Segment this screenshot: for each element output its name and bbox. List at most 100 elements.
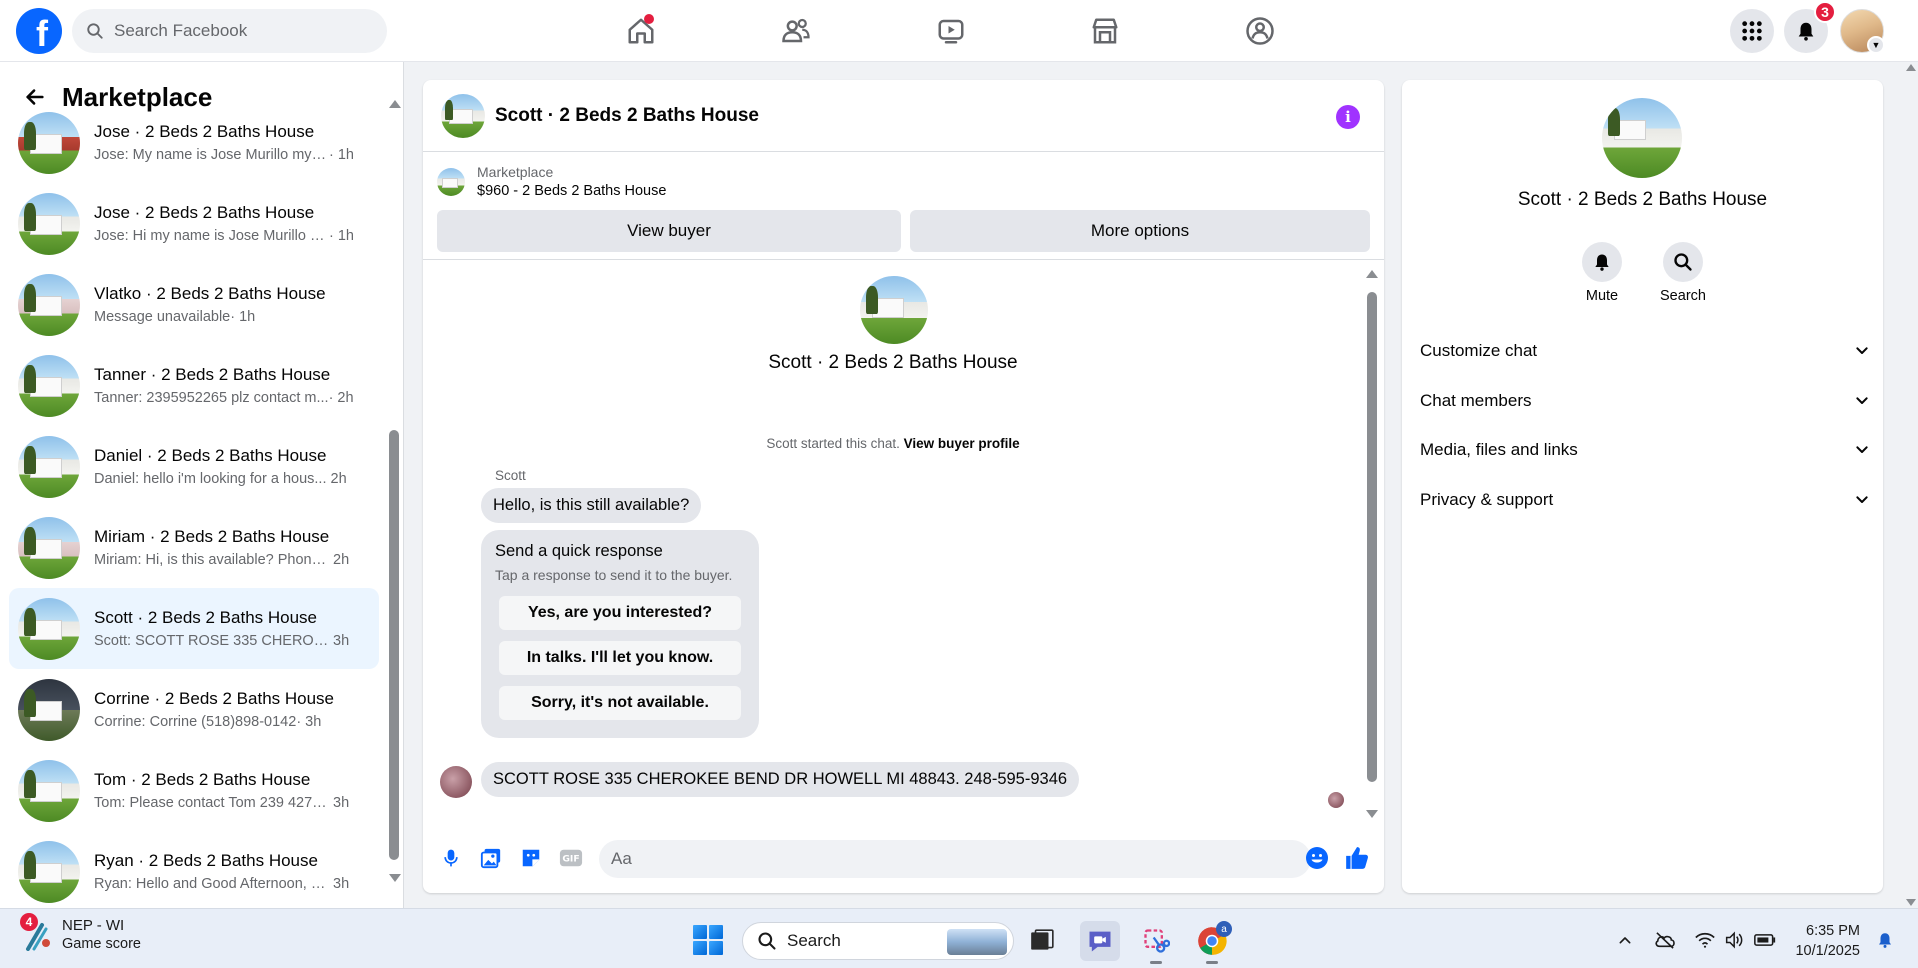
menu-button[interactable]	[1730, 9, 1774, 53]
conversation-title: Jose · 2 Beds 2 Baths House	[94, 203, 315, 222]
section-label: Media, files and links	[1420, 440, 1578, 459]
chat-scrollbar[interactable]	[1366, 262, 1378, 822]
sender-avatar[interactable]	[440, 766, 472, 798]
nav-groups-button[interactable]	[1237, 8, 1283, 54]
conversation-item[interactable]: Jose · 2 Beds 2 Baths House Jose: My nam…	[9, 102, 379, 183]
conversation-item[interactable]: Jose · 2 Beds 2 Baths House Jose: Hi my …	[9, 183, 379, 264]
nav-home-button[interactable]	[618, 8, 664, 54]
details-name: Scott · 2 Beds 2 Baths House	[1517, 189, 1768, 210]
facebook-search-box[interactable]	[72, 9, 387, 53]
listing-thumbnail[interactable]	[437, 167, 465, 196]
top-navigation-bar: f 3 ▼	[0, 0, 1918, 62]
meet-app-button[interactable]	[1080, 921, 1120, 961]
conversation-item[interactable]: Tanner · 2 Beds 2 Baths House Tanner: 23…	[9, 345, 379, 426]
nav-marketplace-button[interactable]	[1082, 8, 1128, 54]
chat-members-section[interactable]: Chat members	[1420, 380, 1870, 422]
chevron-down-icon[interactable]: ▼	[1867, 36, 1885, 54]
scroll-down-arrow-icon[interactable]	[1366, 810, 1378, 818]
scroll-up-arrow-icon[interactable]	[389, 100, 401, 108]
quick-response-button[interactable]: In talks. I'll let you know.	[499, 641, 741, 675]
conversation-item-active[interactable]: Scott · 2 Beds 2 Baths House Scott: SCOT…	[9, 588, 379, 669]
scroll-down-arrow-icon[interactable]	[1906, 899, 1916, 906]
notification-bell-icon[interactable]	[1874, 929, 1896, 951]
search-in-chat-button[interactable]: Search	[1653, 242, 1713, 304]
sender-name: Scott	[495, 468, 526, 483]
conversation-item[interactable]: Vlatko · 2 Beds 2 Baths House Message un…	[9, 264, 379, 345]
scroll-up-arrow-icon[interactable]	[1366, 270, 1378, 278]
chrome-profile-badge: a	[1216, 921, 1232, 937]
conversation-item[interactable]: Ryan · 2 Beds 2 Baths House Ryan: Hello …	[9, 831, 379, 908]
nav-friends-button[interactable]	[773, 8, 819, 54]
conversation-time: · 1h	[230, 309, 256, 325]
search-input[interactable]	[114, 21, 364, 41]
message-input[interactable]	[599, 840, 1311, 878]
listing-price-title[interactable]: $960 - 2 Beds 2 Baths House	[477, 183, 666, 199]
listing-thumbnail	[18, 111, 80, 174]
facebook-logo-icon[interactable]: f	[16, 8, 62, 54]
more-options-button[interactable]: More options	[910, 210, 1370, 252]
battery-icon[interactable]	[1754, 929, 1776, 951]
listing-thumbnail	[18, 759, 80, 822]
notifications-button[interactable]: 3	[1784, 1, 1836, 53]
nav-video-button[interactable]	[928, 8, 974, 54]
system-clock[interactable]: 6:35 PM 10/1/2025	[1790, 921, 1860, 961]
microphone-icon[interactable]	[437, 844, 465, 872]
chat-video-icon	[1089, 931, 1111, 952]
section-label: Chat members	[1420, 391, 1532, 410]
scrollbar-thumb[interactable]	[389, 430, 399, 860]
conversation-preview: Miriam: Hi, is this available? Phone ...	[94, 552, 329, 568]
scroll-up-arrow-icon[interactable]	[1906, 64, 1916, 71]
clock-date: 10/1/2025	[1795, 943, 1860, 959]
news-widget[interactable]: 4 NEP - WI Game score	[20, 912, 141, 952]
media-files-links-section[interactable]: Media, files and links	[1420, 429, 1870, 471]
search-label: Search	[1660, 288, 1706, 304]
conversation-preview: Message unavailable	[94, 309, 231, 325]
conversation-item[interactable]: Tom · 2 Beds 2 Baths House Tom: Please c…	[9, 750, 379, 831]
chrome-app-button[interactable]: a	[1192, 921, 1232, 961]
sidebar-scrollbar[interactable]	[388, 92, 401, 882]
chat-title[interactable]: Scott · 2 Beds 2 Baths House	[495, 105, 759, 127]
photo-gallery-icon[interactable]	[477, 844, 505, 872]
quick-response-button[interactable]: Sorry, it's not available.	[499, 686, 741, 720]
sticker-icon[interactable]	[517, 844, 545, 872]
wifi-icon[interactable]	[1694, 929, 1716, 951]
taskbar-search-box[interactable]	[742, 922, 1014, 960]
conversation-preview: Tanner: 2395952265 plz contact m...	[94, 390, 329, 406]
conversation-time: 3h	[333, 633, 350, 649]
conversation-item[interactable]: Daniel · 2 Beds 2 Baths House Daniel: he…	[9, 426, 379, 507]
scroll-down-arrow-icon[interactable]	[389, 874, 401, 882]
gif-icon[interactable]: GIF	[557, 844, 585, 872]
chevron-up-icon[interactable]	[1614, 929, 1636, 951]
listing-thumbnail	[18, 678, 80, 741]
windows-start-icon[interactable]	[693, 925, 723, 955]
friends-icon	[782, 18, 810, 43]
quick-response-button[interactable]: Yes, are you interested?	[499, 596, 741, 630]
customize-chat-section[interactable]: Customize chat	[1420, 330, 1870, 372]
cloud-offline-icon[interactable]	[1654, 929, 1676, 951]
view-buyer-profile-link[interactable]: View buyer profile	[904, 436, 1020, 451]
emoji-icon[interactable]	[1303, 844, 1331, 872]
conversation-title: Tanner · 2 Beds 2 Baths House	[94, 365, 331, 384]
conversation-title: Miriam · 2 Beds 2 Baths House	[94, 527, 330, 546]
scrollbar-thumb[interactable]	[1367, 292, 1377, 782]
chat-header-avatar[interactable]	[441, 93, 485, 138]
volume-icon[interactable]	[1724, 929, 1746, 951]
view-buyer-button[interactable]: View buyer	[437, 210, 901, 252]
thumbs-up-icon[interactable]	[1343, 844, 1371, 872]
conversation-item[interactable]: Miriam · 2 Beds 2 Baths House Miriam: Hi…	[9, 507, 379, 588]
listing-thumbnail	[18, 435, 80, 498]
conversation-item[interactable]: Corrine · 2 Beds 2 Baths House Corrine: …	[9, 669, 379, 750]
conversation-list: Jose · 2 Beds 2 Baths House Jose: My nam…	[9, 102, 379, 908]
chevron-down-icon	[1856, 397, 1868, 404]
taskbar-search-input[interactable]	[787, 931, 937, 951]
snipping-tool-button[interactable]	[1136, 921, 1176, 961]
page-scrollbar[interactable]	[1904, 62, 1918, 908]
privacy-support-section[interactable]: Privacy & support	[1420, 479, 1870, 521]
mute-button[interactable]: Mute	[1572, 242, 1632, 304]
bell-icon	[1595, 254, 1609, 271]
conversation-time: 2h	[330, 471, 347, 487]
task-view-button[interactable]	[1022, 921, 1062, 961]
conversation-preview: Scott: SCOTT ROSE 335 CHEROKEE ...	[94, 633, 329, 649]
search-icon	[1674, 253, 1692, 271]
info-icon[interactable]: i	[1336, 105, 1360, 129]
